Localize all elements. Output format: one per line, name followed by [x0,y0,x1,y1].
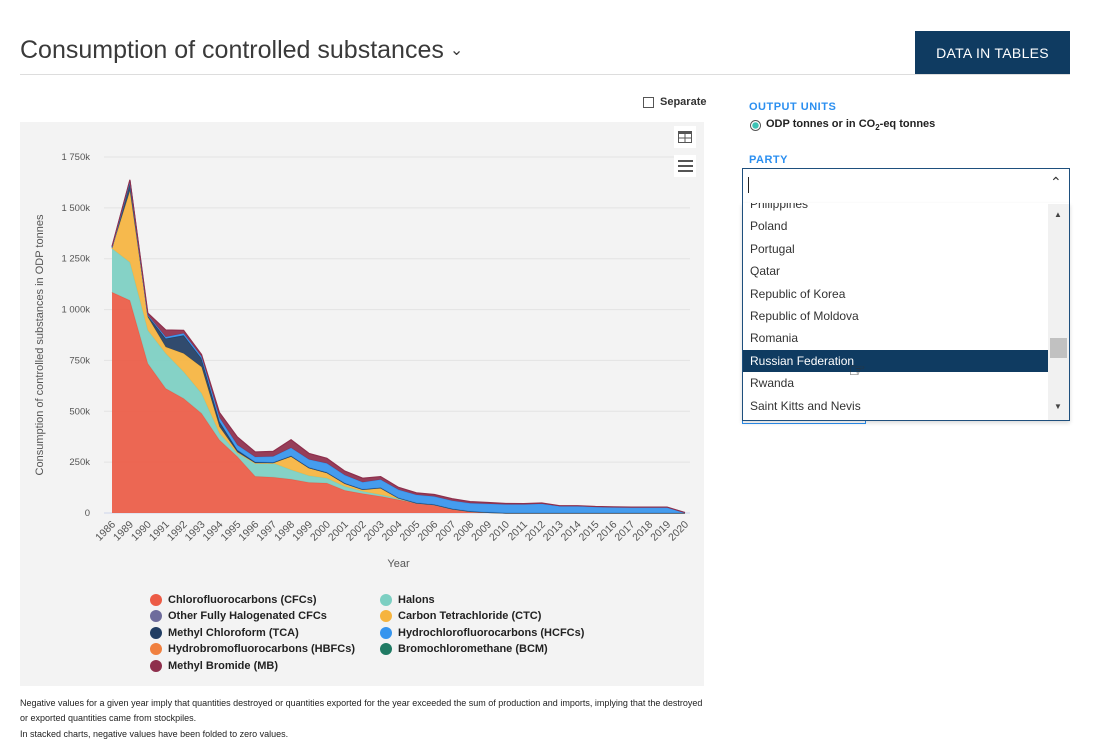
divider [20,74,1070,75]
party-option[interactable]: Poland [743,215,1048,237]
y-tick-label: 1 000k [61,305,90,316]
legend-item[interactable]: Hydrobromofluorocarbons (HBFCs) [150,643,355,655]
legend-dot-icon [380,627,392,639]
party-option[interactable]: Saint Kitts and Nevis [743,395,1048,417]
radio-icon[interactable] [750,119,761,131]
y-tick-label: 250k [69,457,90,468]
output-units-radio[interactable]: ODP tonnes or in CO2-eq tonnes [750,118,935,132]
chevron-up-icon[interactable]: ⌃ [1050,174,1062,191]
scroll-up-arrow-icon[interactable]: ▲ [1054,210,1062,219]
legend-item[interactable]: Methyl Bromide (MB) [150,660,278,672]
page-title[interactable]: Consumption of controlled substances ⌄ [20,36,463,65]
legend-label: Halons [398,594,435,606]
legend-label: Carbon Tetrachloride (CTC) [398,610,542,622]
legend-item[interactable]: Chlorofluorocarbons (CFCs) [150,594,317,606]
party-option[interactable]: Romania [743,327,1048,349]
legend-item[interactable]: Halons [380,594,435,606]
legend-dot-icon [380,594,392,606]
legend-item[interactable]: Hydrochlorofluorocarbons (HCFCs) [380,627,584,639]
legend-dot-icon [380,643,392,655]
checkbox-icon[interactable] [643,96,654,108]
note-stacked-charts: In stacked charts, negative values have … [20,729,289,739]
page-title-text: Consumption of controlled substances [20,36,444,64]
text-cursor [748,177,749,193]
hamburger-menu-icon[interactable] [674,155,696,177]
legend-dot-icon [150,594,162,606]
scrollbar-thumb[interactable] [1050,338,1067,358]
party-option[interactable]: Rwanda [743,372,1048,394]
legend-dot-icon [150,643,162,655]
chart-container: 0 250k 500k 750k 1 000k 1 250k 1 500k 1 750k 198… [20,122,704,686]
stacked-area-chart: 0250k500k750k1 000k1 250k1 500k1 750k198… [34,152,691,570]
legend-item[interactable]: Other Fully Halogenated CFCs [150,610,327,622]
party-dropdown-list[interactable]: Philippines Poland Portugal Qatar Republic o… [742,203,1070,421]
y-tick-label: 500k [69,406,90,417]
legend-item[interactable]: Bromochloromethane (BCM) [380,643,548,655]
legend-label: Hydrochlorofluorocarbons (HCFCs) [398,627,585,639]
party-option[interactable]: Philippines [743,203,1048,215]
separate-checkbox[interactable]: Separate [643,96,706,108]
x-tick-label: 2020 [666,519,691,544]
scroll-down-arrow-icon[interactable]: ▼ [1054,402,1062,411]
legend-label: Methyl Chloroform (TCA) [168,627,299,639]
legend-label: Methyl Bromide (MB) [168,660,278,672]
chevron-down-icon[interactable]: ⌄ [450,40,463,60]
party-option[interactable]: Portugal [743,238,1048,260]
party-option[interactable]: Republic of Korea [743,283,1048,305]
dropdown-scrollbar[interactable]: ▲ ▼ [1048,204,1069,420]
party-label: PARTY [749,154,788,166]
separate-label: Separate [660,96,707,108]
table-icon[interactable] [674,126,696,148]
party-option[interactable]: Russian Federation [743,349,1048,372]
x-axis-title: Year [387,558,410,570]
legend-item[interactable]: Methyl Chloroform (TCA) [150,627,299,639]
y-tick-label: 1 750k [61,152,90,163]
legend-dot-icon [150,627,162,639]
data-in-tables-button[interactable]: DATA IN TABLES [915,31,1070,74]
party-option[interactable]: Qatar [743,260,1048,282]
legend-label: Chlorofluorocarbons (CFCs) [168,594,317,606]
note-negative-values: Negative values for a given year imply t… [20,698,703,723]
legend-label: Hydrobromofluorocarbons (HBFCs) [168,643,355,655]
output-units-label: OUTPUT UNITS [749,101,837,113]
y-tick-label: 1 250k [61,254,90,265]
y-axis-title: Consumption of controlled substances in … [34,214,46,475]
y-tick-label: 0 [85,508,90,519]
party-option[interactable]: Republic of Moldova [743,305,1048,327]
hand-cursor-icon: ☞ [848,360,866,382]
legend-label: Other Fully Halogenated CFCs [168,610,327,622]
y-tick-label: 1 500k [61,203,90,214]
legend-item[interactable]: Carbon Tetrachloride (CTC) [380,610,541,622]
party-search-input[interactable] [742,168,1070,204]
output-units-option: ODP tonnes or in CO2-eq tonnes [766,118,936,133]
legend-dot-icon [150,610,162,622]
legend-label: Bromochloromethane (BCM) [398,643,548,655]
legend-dot-icon [150,660,162,672]
y-tick-label: 750k [69,355,90,366]
legend-dot-icon [380,610,392,622]
